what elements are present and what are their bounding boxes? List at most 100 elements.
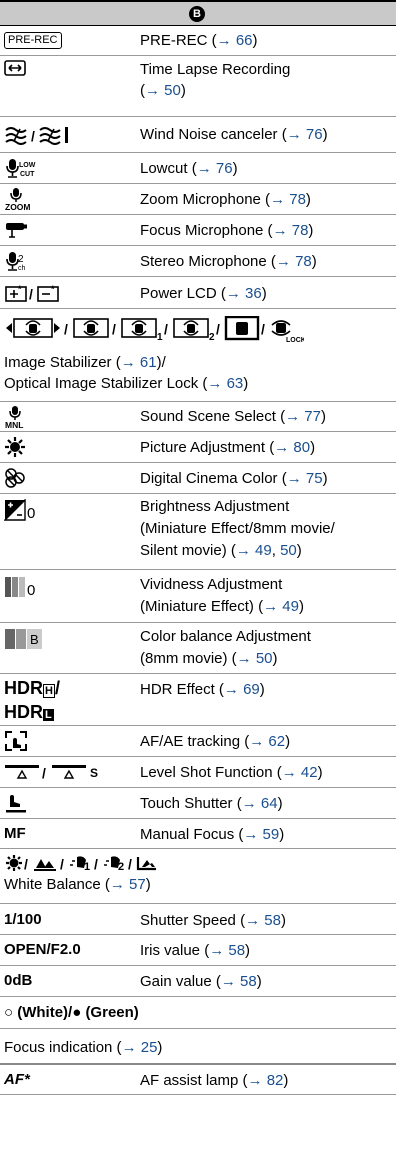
page-link[interactable]: → 57 <box>110 876 146 893</box>
page-link[interactable]: → 80 <box>274 439 310 456</box>
page-link[interactable]: → 50 <box>145 82 181 99</box>
stabilizer-icons: / / 1 / 2 / / LOCK <box>4 316 304 344</box>
row-touch-shutter: Touch Shutter (→ 64) <box>0 788 396 819</box>
row-manual-focus: MF Manual Focus (→ 59) <box>0 819 396 849</box>
page-link[interactable]: → 59 <box>243 826 279 843</box>
page-link[interactable]: → 78 <box>273 222 309 239</box>
row-time-lapse: Time Lapse Recording (→ 50) <box>0 56 396 117</box>
row-digital-cinema: Digital Cinema Color (→ 75) <box>0 463 396 494</box>
svg-text:2: 2 <box>118 861 124 873</box>
page-link[interactable]: → 64 <box>242 795 278 812</box>
page-link[interactable]: → 25 <box>122 1039 158 1056</box>
row-gain: 0dB Gain value (→ 58) <box>0 966 396 997</box>
row-white-balance: / / 1 / 2 / White Balance (→ 57) <box>0 849 396 904</box>
page-link[interactable]: 50 <box>280 542 297 559</box>
brightness-icon: 0 <box>4 499 44 525</box>
svg-text:/: / <box>261 321 265 337</box>
svg-text:2: 2 <box>209 332 215 343</box>
row-label: Focus Microphone (→ 78) <box>140 222 314 239</box>
svg-text:/: / <box>94 856 98 872</box>
row-label: Image Stabilizer (→ 61)/ Optical Image S… <box>4 354 249 392</box>
svg-text:CUT: CUT <box>20 171 35 178</box>
svg-text:MNL: MNL <box>5 420 23 429</box>
svg-text:*: * <box>18 284 22 294</box>
stereo-mic-icon: 2 ch <box>4 250 30 272</box>
svg-text:/: / <box>31 128 35 144</box>
row-image-stabilizer: / / 1 / 2 / / LOCK Image Stabilizer (→ 6… <box>0 309 396 402</box>
row-pre-rec: PRE-REC PRE-REC (→ 66) <box>0 26 396 56</box>
level-shot-icon: / S <box>4 762 104 782</box>
row-power-lcd: * / * Power LCD (→ 36) <box>0 277 396 309</box>
page-link[interactable]: → 49 <box>236 542 272 559</box>
page-link[interactable]: → 76 <box>197 160 233 177</box>
svg-text:LOCK: LOCK <box>286 337 304 344</box>
row-brightness: 0 Brightness Adjustment (Miniature Effec… <box>0 494 396 570</box>
svg-text:2: 2 <box>18 254 24 265</box>
page-link[interactable]: → 58 <box>209 942 245 959</box>
row-stereo-mic: 2 ch Stereo Microphone (→ 78) <box>0 246 396 277</box>
page-link[interactable]: → 42 <box>282 764 318 781</box>
manual-focus-icon: MF <box>4 825 26 842</box>
page-link[interactable]: → 75 <box>287 470 323 487</box>
row-hdr: HDR H / HDR L HDR Effect (→ 69) <box>0 674 396 726</box>
svg-text:/: / <box>64 321 68 337</box>
focus-mic-icon <box>4 221 30 239</box>
white-balance-icons: / / 1 / 2 / <box>4 853 174 875</box>
row-wind-noise: / Wind Noise canceler (→ 76) <box>0 117 396 153</box>
section-header: B <box>0 0 396 26</box>
gain-value: 0dB <box>4 972 33 989</box>
page-link[interactable]: → 66 <box>217 32 253 49</box>
row-vividness: 0 Vividness Adjustment (Miniature Effect… <box>0 570 396 623</box>
row-level-shot: / S Level Shot Function (→ 42) <box>0 757 396 788</box>
page-link[interactable]: → 62 <box>249 733 285 750</box>
row-label: Manual Focus (→ 59) <box>140 826 285 843</box>
svg-text:LOW: LOW <box>19 162 36 169</box>
row-label: Lowcut (→ 76) <box>140 160 238 177</box>
row-focus-indication: Focus indication (→ 25) <box>0 1029 396 1065</box>
row-color-balance: B Color balance Adjustment (8mm movie) (… <box>0 623 396 674</box>
page-link[interactable]: → 36 <box>226 285 262 302</box>
svg-text:B: B <box>30 632 39 647</box>
svg-text:/: / <box>216 321 220 337</box>
lowcut-icon: LOW CUT <box>4 157 36 179</box>
row-label: Wind Noise canceler (→ 76) <box>140 126 328 143</box>
time-lapse-icon <box>4 60 26 76</box>
power-lcd-icon: * / * <box>4 283 70 303</box>
page-link[interactable]: → 58 <box>245 912 281 929</box>
af-ae-tracking-icon <box>4 730 28 752</box>
focus-indication-icons: ○ (White)/● (Green) <box>4 1004 139 1021</box>
page-link[interactable]: → 69 <box>224 681 260 698</box>
page-link[interactable]: → 78 <box>276 253 312 270</box>
svg-text:/: / <box>112 321 116 337</box>
row-label: HDR Effect (→ 69) <box>140 681 265 698</box>
row-label: Zoom Microphone (→ 78) <box>140 191 311 208</box>
page-link[interactable]: → 61 <box>121 354 157 371</box>
row-label: White Balance (→ 57) <box>4 876 151 893</box>
page-link[interactable]: → 78 <box>270 191 306 208</box>
row-zoom-mic: ZOOM Zoom Microphone (→ 78) <box>0 184 396 215</box>
row-label: Iris value (→ 58) <box>140 942 251 959</box>
vividness-value: 0 <box>27 582 36 599</box>
page-link[interactable]: → 50 <box>237 650 273 667</box>
svg-text:1: 1 <box>157 332 163 343</box>
color-balance-icon: B <box>4 628 44 650</box>
row-label: Shutter Speed (→ 58) <box>140 912 286 929</box>
row-label: Focus indication (→ 25) <box>4 1039 163 1056</box>
shutter-speed-value: 1/100 <box>4 911 42 928</box>
row-label: Brightness Adjustment (Miniature Effect/… <box>140 498 335 559</box>
brightness-value: 0 <box>27 505 36 522</box>
svg-text:/: / <box>24 856 28 872</box>
page-link[interactable]: → 63 <box>207 375 243 392</box>
page-link[interactable]: → 77 <box>285 408 321 425</box>
page-link[interactable]: → 82 <box>248 1072 284 1089</box>
page-link[interactable]: → 76 <box>287 126 323 143</box>
sound-scene-icon: MNL <box>4 405 28 429</box>
row-label: Vividness Adjustment (Miniature Effect) … <box>140 576 304 615</box>
row-focus-indication-icons: ○ (White)/● (Green) <box>0 997 396 1029</box>
row-lowcut: LOW CUT Lowcut (→ 76) <box>0 153 396 184</box>
page-link[interactable]: → 49 <box>263 598 299 615</box>
svg-text:ch: ch <box>18 265 26 272</box>
row-label: AF/AE tracking (→ 62) <box>140 733 291 750</box>
page-link[interactable]: → 58 <box>221 973 257 990</box>
row-label: Level Shot Function (→ 42) <box>140 764 323 781</box>
